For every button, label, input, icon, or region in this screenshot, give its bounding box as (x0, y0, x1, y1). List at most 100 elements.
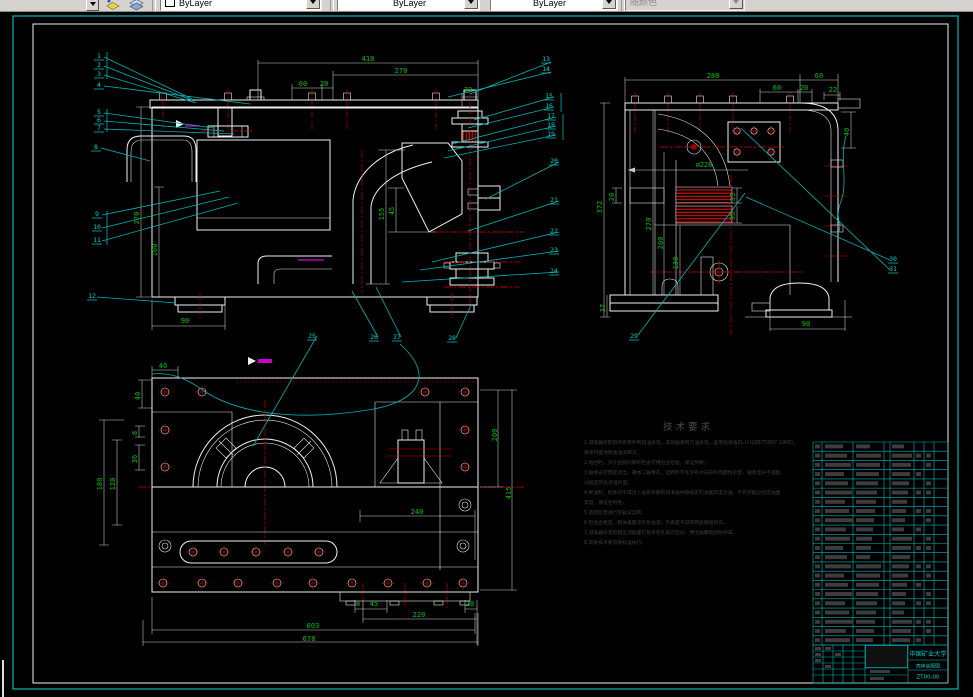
part-callout: 12 (88, 292, 96, 300)
dimension-text: 160 (151, 244, 159, 257)
toolbar-separator (330, 0, 334, 12)
tech-requirement-line: 过规定的允许温升值。 (584, 479, 632, 486)
part-callout: 26 (370, 333, 378, 341)
part-callout: 20 (550, 157, 558, 165)
linetype-control-value: ByLayer (393, 0, 426, 8)
make-layer-current-icon[interactable] (104, 0, 121, 11)
dimension-text: 20 (608, 193, 616, 201)
linetype-control-arrow[interactable] (464, 0, 478, 9)
tech-requirement-line: 5.装配后需进行空载试运转。 (584, 509, 646, 516)
dimension-text: 130 (672, 257, 680, 270)
part-callout: 7 (97, 124, 101, 132)
lineweight-control-value: ByLayer (533, 0, 566, 8)
dimension-text: 40 (134, 392, 142, 400)
color-control[interactable]: ByLayer (160, 0, 322, 11)
dimension-text: 8 (356, 600, 360, 608)
chevron-down-icon (733, 0, 739, 4)
parts-list (813, 442, 948, 645)
part-callout: 21 (550, 196, 558, 204)
plot-style-control-value: 随颜色 (630, 0, 657, 8)
dimension-text: ∅220 (696, 161, 713, 169)
dimension-text: 8 (131, 431, 139, 435)
dimension-text: 678 (303, 635, 316, 643)
dimension-text: 37 (599, 304, 607, 312)
drawing-canvas[interactable]: 技术要求 1.减速器装配前所有零件用煤油清洗，滚动轴承用汽油清洗，选用润滑油ZL… (0, 12, 973, 697)
part-callout: 2 (97, 61, 101, 69)
part-callout: 16 (545, 102, 553, 110)
layer-combo-arrow[interactable] (86, 0, 99, 11)
dimension-texts: 4102706020222701601554590280606020224037… (96, 55, 851, 643)
dimension-text: 280 (707, 72, 720, 80)
dimension-text: 22 (464, 86, 472, 94)
part-callout: 10 (93, 223, 101, 231)
tech-requirement-line: 高度，保证密封性。 (584, 499, 627, 506)
tech-requirements-title: 技术要求 (663, 421, 713, 433)
dimension-text: 20 (466, 600, 474, 608)
color-swatch (165, 0, 175, 7)
dimension-text: 270 (645, 218, 653, 231)
title-block-university: 中国矿业大学 (909, 650, 946, 658)
part-callout: 13 (542, 55, 550, 63)
part-callout: 28 (448, 334, 456, 342)
callout-labels: 1234567891011121314151617181920212223242… (87, 52, 898, 342)
part-callout: 23 (550, 246, 558, 254)
dimension-text: 270 (133, 212, 141, 225)
dimension-text: 415 (505, 487, 513, 500)
dimension-text: 35 (729, 193, 737, 201)
tech-requirement-line: 3.轴承安装预紧适当，箱体二轴承孔，运转时不允许有冲击声和周期性杂音，轴承温升不… (584, 469, 781, 476)
color-control-value: ByLayer (179, 0, 212, 8)
color-control-arrow[interactable] (306, 0, 320, 9)
dimension-text: 45 (370, 600, 378, 608)
plot-style-control-arrow (729, 0, 743, 9)
part-callout: 17 (547, 112, 555, 120)
dimension-text: 200 (657, 237, 665, 250)
part-callout: 14 (542, 65, 550, 73)
dimension-text: 22 (829, 86, 837, 94)
dimension-text: 240 (411, 508, 424, 516)
dimension-text: 603 (307, 622, 320, 630)
layer-properties-icon[interactable] (128, 0, 145, 11)
part-callout: 9 (95, 210, 99, 218)
part-callout: 5 (97, 108, 101, 116)
dimension-text: 220 (413, 611, 426, 619)
part-callout: 19 (547, 130, 555, 138)
part-callout: 29 (630, 332, 638, 340)
dimension-text: 20 (320, 80, 328, 88)
part-callout: 15 (545, 92, 553, 100)
tech-requirement-line: 1.减速器装配前所有零件用煤油清洗，滚动轴承用汽油清洗，选用润滑油ZL-U-I(… (584, 439, 798, 446)
part-callout: 11 (93, 236, 101, 244)
dimension-text: 270 (395, 67, 408, 75)
tech-requirement-line: 2.啮合时，对于齿侧间隙的检查可用铅丝检验，保证侧隙。 (584, 459, 709, 466)
dimension-text: 60 (299, 80, 307, 88)
title-block-drawing-title: 壳体装配图 (916, 663, 940, 670)
dimension-text: 20 (800, 84, 808, 92)
dimension-text: 155 (378, 208, 386, 221)
dimension-text: 60 (773, 84, 781, 92)
dimension-text: 40 (159, 362, 167, 370)
dimension-text: 90 (181, 317, 189, 325)
dimension-text: 60 (815, 72, 823, 80)
properties-toolbar: ByLayer ByLayer ByLayer 随颜色 (0, 0, 973, 12)
dimension-text: 40 (843, 128, 851, 136)
part-callout: 6 (97, 116, 101, 124)
linetype-control[interactable]: ByLayer (337, 0, 480, 11)
tech-requirements: 技术要求 1.减速器装配前所有零件用煤油清洗，滚动轴承用汽油清洗，选用润滑油ZL… (584, 421, 798, 546)
part-callout: 1 (97, 52, 101, 60)
dimension-text: 90 (802, 320, 810, 328)
part-callout: 4 (97, 81, 101, 89)
tech-requirement-line: 6.检验合格后，箱体表面涂灰色油漆，外表面不得有明显磕碰损伤。 (584, 519, 728, 526)
dimension-text: 372 (596, 201, 604, 214)
lineweight-control-arrow[interactable] (602, 0, 616, 9)
dimension-text: 120 (109, 478, 117, 491)
dimension-text: 410 (362, 55, 375, 63)
part-callout: 22 (550, 227, 558, 235)
part-callout: 3 (97, 70, 101, 78)
palette-edge (2, 660, 4, 697)
lineweight-control[interactable]: ByLayer (490, 0, 618, 11)
plot-style-control: 随颜色 (625, 0, 745, 11)
dimension-text: 45 (388, 207, 396, 215)
tech-requirement-line: 7.减速器安装时留出顶起螺钉及吊装孔操作空间，伸出轴端需加防护罩。 (584, 529, 737, 536)
dimension-text: 180 (96, 478, 104, 491)
cad-drawing: 技术要求 1.减速器装配前所有零件用煤油清洗，滚动轴承用汽油清洗，选用润滑油ZL… (0, 12, 973, 697)
chevron-down-icon (90, 2, 96, 6)
